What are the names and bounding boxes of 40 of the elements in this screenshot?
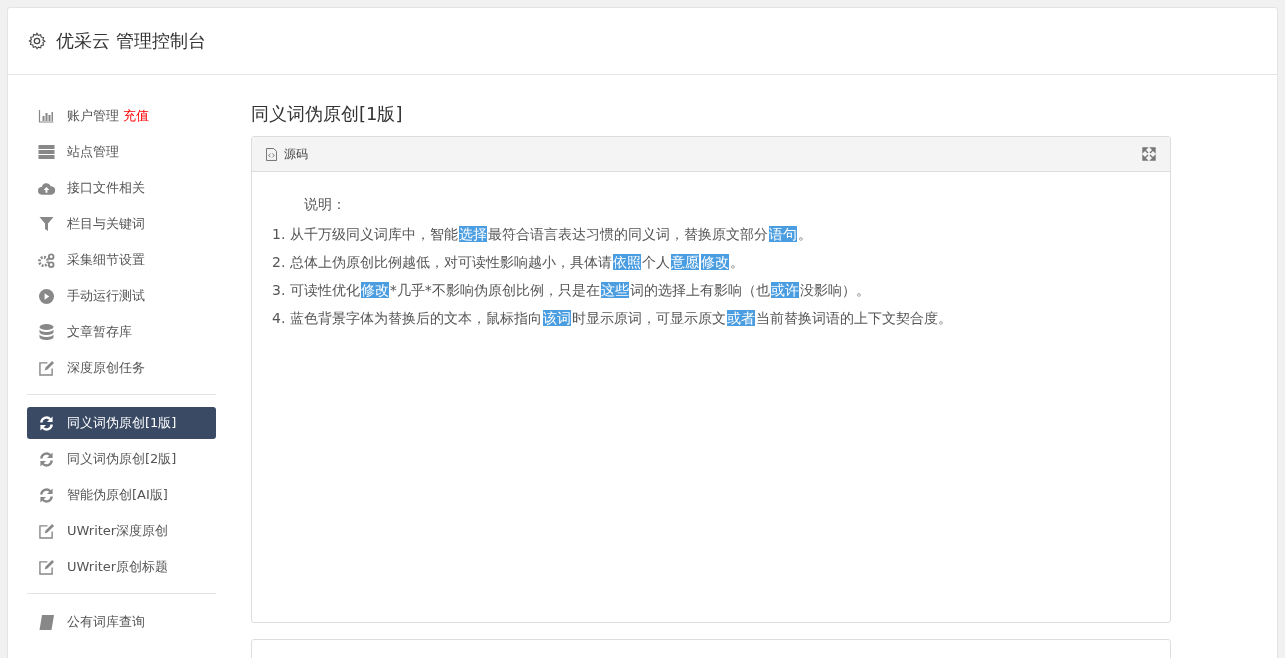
refresh-icon xyxy=(38,487,55,503)
cloud-upload-icon xyxy=(38,181,55,195)
instruction-line: 2. 总体上伪原创比例越低，对可读性影响越小，具体请依照个人意愿修改。 xyxy=(272,253,745,272)
sidebar-item[interactable]: UWriter原创标题 xyxy=(27,551,216,583)
sidebar-item[interactable]: 同义词伪原创[2版] xyxy=(27,443,216,475)
sidebar-item[interactable]: 智能伪原创[AI版] xyxy=(27,479,216,511)
edit-icon xyxy=(38,360,55,376)
refresh-icon xyxy=(38,451,55,467)
instruction-line: 1. 从千万级同义词库中，智能选择最符合语言表达习惯的同义词，替换原文部分语句。 xyxy=(272,225,813,244)
gears-icon xyxy=(38,252,55,268)
console-title: 优采云 管理控制台 xyxy=(56,29,206,53)
instructions-heading: 说明： xyxy=(303,196,347,214)
play-icon xyxy=(38,288,55,304)
filter-icon xyxy=(38,217,55,231)
book-icon xyxy=(38,614,55,630)
fullscreen-icon[interactable] xyxy=(1142,147,1156,161)
sidebar-item[interactable]: 深度原创任务 xyxy=(27,352,216,384)
sidebar-item[interactable]: 账户管理 充值 xyxy=(27,100,216,132)
page-title: 同义词伪原创[1版] xyxy=(251,102,404,126)
sidebar-item[interactable]: 文章暂存库 xyxy=(27,316,216,348)
document-code-icon xyxy=(266,147,277,161)
edit-icon xyxy=(38,523,55,539)
instruction-line: 3. 可读性优化修改*几乎*不影响伪原创比例，只是在这些词的选择上有影响（也或许没影响）。 xyxy=(272,281,871,300)
server-icon xyxy=(38,145,55,159)
instruction-line: 4. 蓝色背景字体为替换后的文本，鼠标指向 该词 时显示原词，可显示原文或者当前替换词语的上下文契合度。 xyxy=(272,309,953,328)
settings-icon xyxy=(28,32,46,50)
sidebar-item[interactable]: 同义词伪原创[1版] xyxy=(27,407,216,439)
sidebar-item[interactable]: 栏目与关键词 xyxy=(27,208,216,240)
database-icon xyxy=(38,324,55,340)
edit-icon xyxy=(38,559,55,575)
recharge-link[interactable]: 充值 xyxy=(123,107,149,125)
sidebar-item[interactable]: 公有词库查询 xyxy=(27,606,216,638)
bar-chart-icon xyxy=(38,109,55,123)
sidebar-item[interactable]: 采集细节设置 xyxy=(27,244,216,276)
sidebar-item[interactable]: UWriter深度原创 xyxy=(27,515,216,547)
refresh-icon xyxy=(38,415,55,431)
sidebar-item[interactable]: 站点管理 xyxy=(27,136,216,168)
sidebar-item[interactable]: 手动运行测试 xyxy=(27,280,216,312)
source-button[interactable]: 源码 xyxy=(266,145,308,163)
sidebar-item[interactable]: 接口文件相关 xyxy=(27,172,216,204)
